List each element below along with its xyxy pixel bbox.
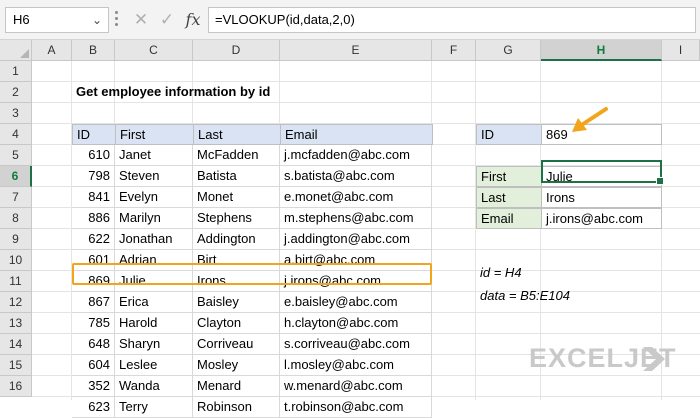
table-cell[interactable]: Mosley (193, 355, 280, 376)
table-cell[interactable]: s.corriveau@abc.com (280, 334, 432, 355)
table-cell[interactable]: Stephens (193, 208, 280, 229)
row-header-13[interactable]: 13 (0, 313, 32, 334)
row-header-8[interactable]: 8 (0, 208, 32, 229)
table-cell[interactable]: Evelyn (115, 187, 193, 208)
table-cell[interactable]: e.monet@abc.com (280, 187, 432, 208)
lookup-label-first: First (476, 166, 542, 187)
table-cell[interactable]: Terry (115, 397, 193, 418)
row-header-10[interactable]: 10 (0, 250, 32, 271)
row-header-14[interactable]: 14 (0, 334, 32, 355)
select-all-corner[interactable] (0, 40, 32, 61)
table-cell[interactable]: l.mosley@abc.com (280, 355, 432, 376)
table-cell[interactable]: j.addington@abc.com (280, 229, 432, 250)
fill-handle[interactable] (656, 177, 664, 185)
formula-bar: H6 ⌄ ✕ ✓ fx =VLOOKUP(id,data,2,0) (0, 0, 700, 40)
table-header-last[interactable]: Last (193, 124, 281, 145)
table-cell[interactable]: 841 (72, 187, 115, 208)
table-cell[interactable]: Jonathan (115, 229, 193, 250)
cancel-icon[interactable]: ✕ (131, 8, 151, 32)
check-icon[interactable]: ✓ (157, 8, 177, 32)
table-header-id[interactable]: ID (72, 124, 116, 145)
table-cell[interactable]: Harold (115, 313, 193, 334)
column-header-c[interactable]: C (115, 40, 193, 61)
column-header-d[interactable]: D (193, 40, 280, 61)
drag-handle-icon[interactable] (115, 11, 119, 29)
row-header-2[interactable]: 2 (0, 82, 32, 103)
table-cell[interactable]: Baisley (193, 292, 280, 313)
table-cell[interactable]: Janet (115, 145, 193, 166)
row-header-7[interactable]: 7 (0, 187, 32, 208)
table-cell[interactable]: 352 (72, 376, 115, 397)
table-cell[interactable]: Steven (115, 166, 193, 187)
table-cell[interactable]: Robinson (193, 397, 280, 418)
table-cell[interactable]: Menard (193, 376, 280, 397)
table-cell[interactable]: 886 (72, 208, 115, 229)
table-cell[interactable]: Wanda (115, 376, 193, 397)
lookup-value-last[interactable]: Irons (541, 187, 662, 208)
table-cell[interactable]: w.menard@abc.com (280, 376, 432, 397)
row-header-1[interactable]: 1 (0, 61, 32, 82)
table-cell[interactable]: t.robinson@abc.com (280, 397, 432, 418)
column-header-i[interactable]: I (662, 40, 700, 61)
table-cell[interactable]: Marilyn (115, 208, 193, 229)
table-cell[interactable]: McFadden (193, 145, 280, 166)
table-header-email[interactable]: Email (280, 124, 433, 145)
table-cell[interactable]: 622 (72, 229, 115, 250)
lookup-label-last: Last (476, 187, 542, 208)
matched-row-highlight (72, 263, 432, 285)
table-cell[interactable]: 648 (72, 334, 115, 355)
table-cell[interactable]: 604 (72, 355, 115, 376)
insert-function-icon[interactable]: fx (182, 8, 204, 32)
column-header-g[interactable]: G (476, 40, 541, 61)
column-header-a[interactable]: A (32, 40, 72, 61)
formula-input[interactable]: =VLOOKUP(id,data,2,0) (208, 7, 696, 33)
row-header-3[interactable]: 3 (0, 103, 32, 124)
active-cell-h6[interactable] (541, 160, 664, 185)
chevron-down-icon[interactable]: ⌄ (92, 8, 102, 32)
table-cell[interactable]: Addington (193, 229, 280, 250)
lookup-label-email: Email (476, 208, 542, 229)
table-cell[interactable]: e.baisley@abc.com (280, 292, 432, 313)
table-cell[interactable]: Batista (193, 166, 280, 187)
column-header-e[interactable]: E (280, 40, 432, 61)
table-cell[interactable]: m.stephens@abc.com (280, 208, 432, 229)
table-header-first[interactable]: First (115, 124, 194, 145)
row-header-15[interactable]: 15 (0, 355, 32, 376)
row-header-11[interactable]: 11 (0, 271, 32, 292)
note-data: data = B5:E104 (480, 288, 570, 303)
arrow-icon (572, 107, 608, 132)
column-header-h[interactable]: H (541, 40, 662, 61)
table-cell[interactable]: h.clayton@abc.com (280, 313, 432, 334)
row-header-5[interactable]: 5 (0, 145, 32, 166)
table-cell[interactable]: 610 (72, 145, 115, 166)
table-cell[interactable]: s.batista@abc.com (280, 166, 432, 187)
row-header-6[interactable]: 6 (0, 166, 32, 187)
column-header-b[interactable]: B (72, 40, 115, 61)
table-cell[interactable]: Monet (193, 187, 280, 208)
lookup-id-label: ID (476, 124, 542, 145)
column-header-f[interactable]: F (432, 40, 476, 61)
table-cell[interactable]: 867 (72, 292, 115, 313)
row-header-4[interactable]: 4 (0, 124, 32, 145)
lookup-value-email[interactable]: j.irons@abc.com (541, 208, 662, 229)
row-header-16[interactable]: 16 (0, 376, 32, 397)
table-cell[interactable]: j.mcfadden@abc.com (280, 145, 432, 166)
sheet-title: Get employee information by id (76, 84, 271, 99)
row-header-12[interactable]: 12 (0, 292, 32, 313)
table-cell[interactable]: Erica (115, 292, 193, 313)
table-cell[interactable]: Leslee (115, 355, 193, 376)
logo-mark-icon (643, 347, 665, 371)
table-cell[interactable]: Sharyn (115, 334, 193, 355)
row-header-9[interactable]: 9 (0, 229, 32, 250)
table-cell[interactable]: Clayton (193, 313, 280, 334)
table-cell[interactable]: 623 (72, 397, 115, 418)
name-box-value: H6 (13, 12, 30, 27)
note-id: id = H4 (480, 265, 522, 280)
name-box[interactable]: H6 ⌄ (5, 7, 109, 33)
table-cell[interactable]: 785 (72, 313, 115, 334)
table-cell[interactable]: 798 (72, 166, 115, 187)
table-cell[interactable]: Corriveau (193, 334, 280, 355)
